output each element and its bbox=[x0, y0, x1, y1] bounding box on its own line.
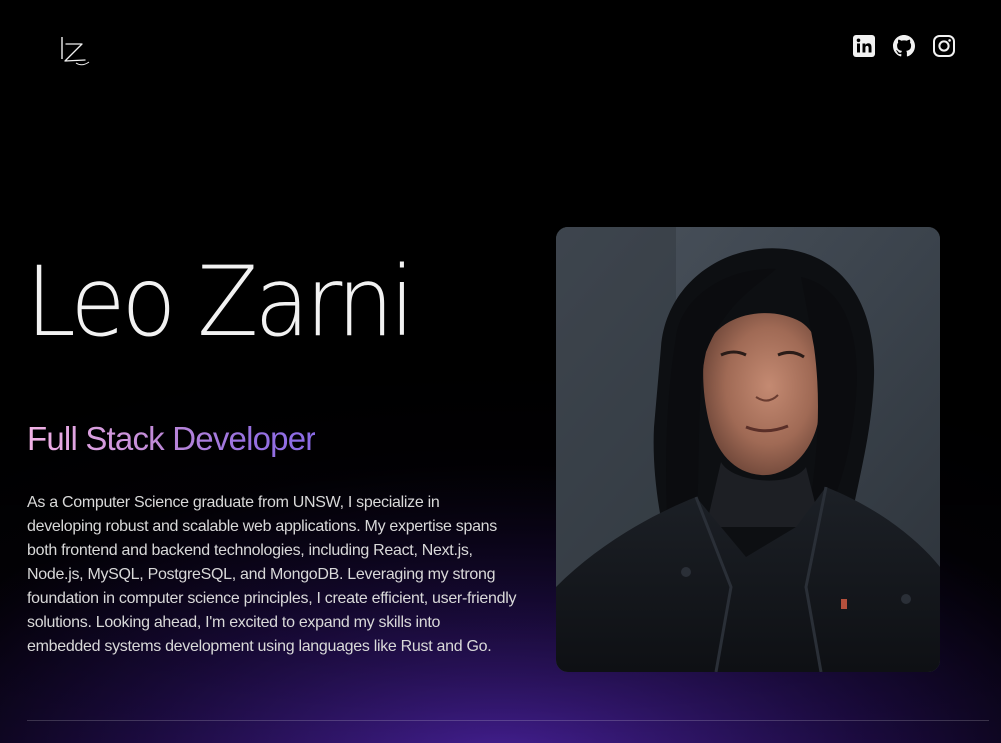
github-link[interactable] bbox=[892, 34, 916, 58]
page: Leo Zarni Full Stack Developer As a Comp… bbox=[0, 0, 1001, 743]
social-links bbox=[852, 34, 956, 58]
linkedin-icon bbox=[853, 35, 875, 57]
portrait-image bbox=[556, 227, 940, 672]
profile-photo bbox=[556, 227, 940, 672]
github-icon bbox=[893, 35, 915, 57]
instagram-link[interactable] bbox=[932, 34, 956, 58]
section-divider bbox=[27, 720, 989, 721]
linkedin-link[interactable] bbox=[852, 34, 876, 58]
hero-name: Leo Zarni bbox=[26, 246, 415, 358]
lz-logo-icon bbox=[61, 37, 90, 66]
hero-bio: As a Computer Science graduate from UNSW… bbox=[27, 494, 517, 655]
logo-link[interactable] bbox=[56, 33, 92, 69]
instagram-icon bbox=[933, 35, 955, 57]
hero-role: Full Stack Developer bbox=[27, 420, 316, 457]
